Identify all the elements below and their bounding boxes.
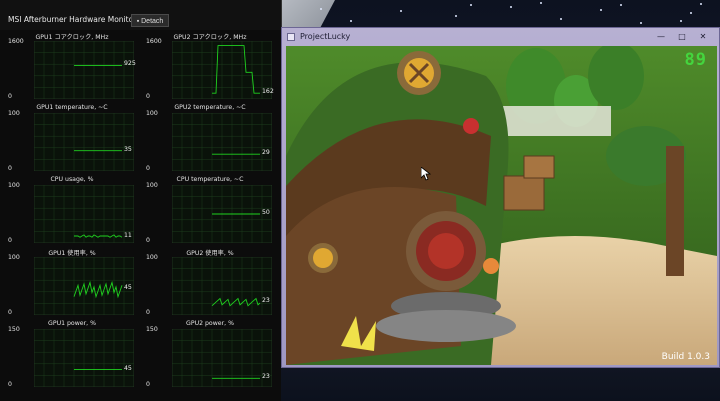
graph-y-min: 0 [146,381,150,388]
monitor-graph: GPU2 temperature, ~C 100 0 29 [146,104,274,175]
star-decoration [320,8,322,10]
build-label: Build 1.0.3 [661,352,710,362]
maximize-button[interactable]: □ [673,32,691,42]
graph-y-max: 100 [8,110,20,117]
graph-plot [172,185,272,243]
star-decoration [470,4,472,6]
graph-title: GPU1 power, % [48,320,96,327]
graph-y-min: 0 [8,93,12,100]
graph-plot [172,257,272,315]
graph-y-max: 100 [8,254,20,261]
graph-current-value: 29 [262,149,270,157]
graph-title: CPU usage, % [50,176,94,183]
star-decoration [540,2,542,4]
star-decoration [600,9,602,11]
star-decoration [620,4,622,6]
graph-title: GPU2 temperature, ~C [174,104,246,111]
monitor-graph: GPU1 power, % 150 0 45 [8,320,136,391]
graph-plot [34,257,134,315]
graph-current-value: 925 [124,60,136,68]
graph-current-value: 50 [262,209,270,216]
star-decoration [680,20,682,22]
star-decoration [640,22,642,24]
graph-current-value: 35 [124,145,132,153]
graph-y-min: 0 [8,237,12,244]
close-button[interactable]: ✕ [694,32,712,42]
graph-current-value: 45 [124,364,132,372]
game-window: ProjectLucky — □ ✕ 89 Build 1.0.3 [281,27,720,368]
graph-title: GPU2 使用率, % [186,250,234,257]
star-decoration [700,3,702,5]
graph-y-min: 0 [146,165,150,172]
graph-plot [34,113,134,171]
graph-plot [34,329,134,387]
detach-button[interactable]: ▪ Detach [131,14,169,27]
star-decoration [400,10,402,12]
star-decoration [560,18,562,20]
star-decoration [690,12,692,14]
game-viewport[interactable]: 89 Build 1.0.3 [286,46,717,365]
afterburner-titlebar[interactable]: MSI Afterburner Hardware Monitor ▪ Detac… [0,0,281,30]
graph-title: GPU1 使用率, % [48,250,96,257]
monitor-graph: GPU2 コアクロック, MHz 1600 0 162 [146,32,274,103]
graph-y-min: 0 [8,381,12,388]
minimize-button[interactable]: — [652,32,670,42]
graph-y-max: 100 [146,182,158,189]
mouse-cursor-icon [421,167,431,181]
graph-plot [34,41,134,99]
graph-current-value: 11 [124,231,132,239]
desktop-strip [281,368,720,401]
graph-current-value: 45 [124,283,132,291]
graph-y-min: 0 [8,309,12,316]
graph-y-max: 150 [146,326,158,333]
monitor-graph: GPU1 コアクロック, MHz 1600 0 925 [8,32,136,103]
window-title: ProjectLucky [300,32,351,41]
monitor-graph: GPU1 使用率, % 100 0 45 [8,248,136,319]
star-decoration [350,20,352,22]
graph-plot [172,113,272,171]
graph-title: CPU temperature, ~C [176,176,244,183]
graph-y-max: 1600 [146,38,162,45]
graph-title: GPU1 temperature, ~C [36,104,108,111]
game-scene [286,46,717,365]
graph-plot [34,185,134,243]
detach-label: Detach [141,18,164,25]
graph-title: GPU2 power, % [186,320,234,327]
graph-y-max: 100 [8,182,20,189]
monitor-graph: CPU usage, % 100 0 11 [8,176,136,247]
graph-plot [172,41,272,99]
app-icon [287,33,295,41]
monitor-graph: GPU2 power, % 150 0 23 [146,320,274,391]
fps-counter: 89 [684,50,707,70]
graph-current-value: 162 [262,88,274,96]
graph-y-min: 0 [146,309,150,316]
graph-y-min: 0 [146,237,150,244]
graph-current-value: 23 [262,373,270,381]
graph-y-max: 150 [8,326,20,333]
graph-y-max: 100 [146,110,158,117]
afterburner-title: MSI Afterburner Hardware Monitor [8,15,137,24]
graph-y-max: 100 [146,254,158,261]
star-decoration [455,15,457,17]
star-decoration [510,6,512,8]
monitor-graph: GPU1 temperature, ~C 100 0 35 [8,104,136,175]
graph-y-min: 0 [146,93,150,100]
monitor-graph: CPU temperature, ~C 100 0 50 [146,176,274,247]
monitor-graphs: GPU1 コアクロック, MHz 1600 0 925 GPU2 コアクロック, MHz… [8,32,276,401]
graph-plot [172,329,272,387]
graph-title: GPU2 コアクロック, MHz [173,34,247,41]
graph-y-max: 1600 [8,38,24,45]
graph-title: GPU1 コアクロック, MHz [35,34,109,41]
monitor-graph: GPU2 使用率, % 100 0 23 [146,248,274,319]
afterburner-monitor-panel: MSI Afterburner Hardware Monitor ▪ Detac… [0,0,282,401]
graph-current-value: 23 [262,296,270,304]
graph-y-min: 0 [8,165,12,172]
